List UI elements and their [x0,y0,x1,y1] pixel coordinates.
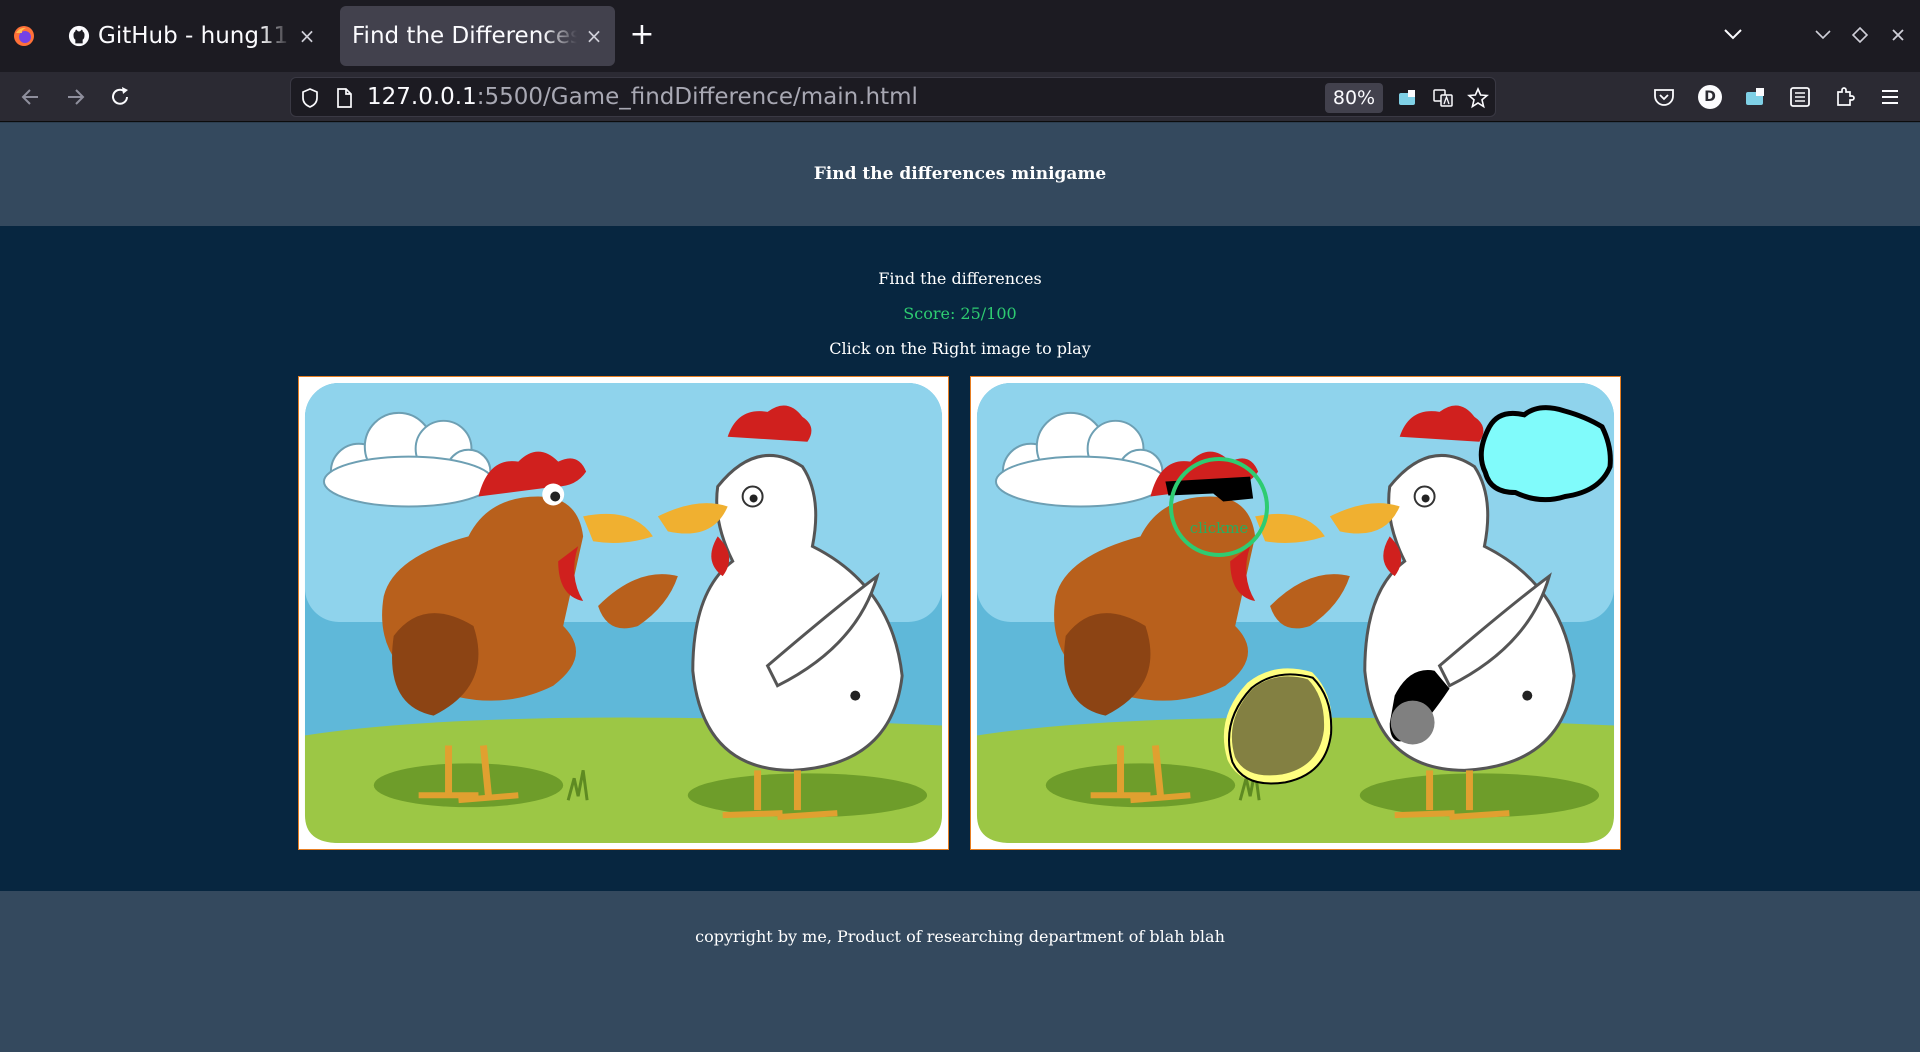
original-image [298,376,949,850]
zoom-level[interactable]: 80% [1325,83,1383,113]
page-icon[interactable] [333,87,355,109]
back-icon[interactable] [18,84,44,110]
marker-label: clickme [1189,519,1249,537]
bookmark-star-icon[interactable] [1467,87,1489,109]
account-avatar[interactable]: D [1698,85,1722,109]
game-area: Find the differences Score: 25/100 Click… [0,226,1920,891]
pocket-icon[interactable] [1652,85,1676,109]
reload-icon[interactable] [107,84,133,110]
menu-hamburger-icon[interactable] [1878,85,1902,109]
chevron-down-icon[interactable] [1814,28,1832,42]
browser-tab-bar: GitHub - hung117/D × Find the Difference… [0,0,1920,72]
close-tab-icon[interactable]: × [585,26,603,46]
translate-icon[interactable] [1432,87,1454,109]
found-difference-marker[interactable]: clickme [1169,457,1269,557]
close-tab-icon[interactable]: × [298,26,316,46]
url-bar[interactable]: 127.0.0.1:5500/Game_findDifference/main.… [290,77,1496,117]
game-subtitle: Find the differences [878,269,1042,288]
extensions-puzzle-icon[interactable] [1833,85,1857,109]
play-image[interactable]: clickme [970,376,1621,850]
page-content: Find the differences minigame Find the d… [0,123,1920,1052]
list-all-tabs-icon[interactable] [1722,26,1744,42]
url-path: :5500/Game_findDifference/main.html [476,84,918,110]
github-icon [68,25,90,47]
instruction-text: Click on the Right image to play [829,339,1091,358]
browser-nav-bar: 127.0.0.1:5500/Game_findDifference/main.… [0,72,1920,122]
tab-github[interactable]: GitHub - hung117/D × [56,6,328,66]
tab-find-differences[interactable]: Find the Differences G × [340,6,615,66]
tab-label: Find the Differences G [352,23,577,49]
tab-label: GitHub - hung117/D [98,23,290,49]
close-window-icon[interactable] [1890,27,1906,43]
page-title: Find the differences minigame [813,164,1107,184]
url-host: 127.0.0.1 [367,84,477,110]
url-text[interactable]: 127.0.0.1:5500/Game_findDifference/main.… [367,84,918,110]
shield-icon[interactable] [299,87,321,109]
site-footer: copyright by me, Product of researching … [0,891,1920,1052]
score-display: Score: 25/100 [903,304,1017,323]
site-header: Find the differences minigame [0,123,1920,226]
footer-text: copyright by me, Product of researching … [695,927,1225,946]
restore-window-icon[interactable] [1851,26,1869,44]
reader-view-icon[interactable] [1788,85,1812,109]
firefox-icon[interactable] [12,24,36,48]
new-tab-button[interactable]: + [628,20,656,50]
forward-icon[interactable] [62,84,88,110]
container-tab-icon[interactable] [1396,87,1418,109]
container-extension-icon[interactable] [1743,85,1767,109]
